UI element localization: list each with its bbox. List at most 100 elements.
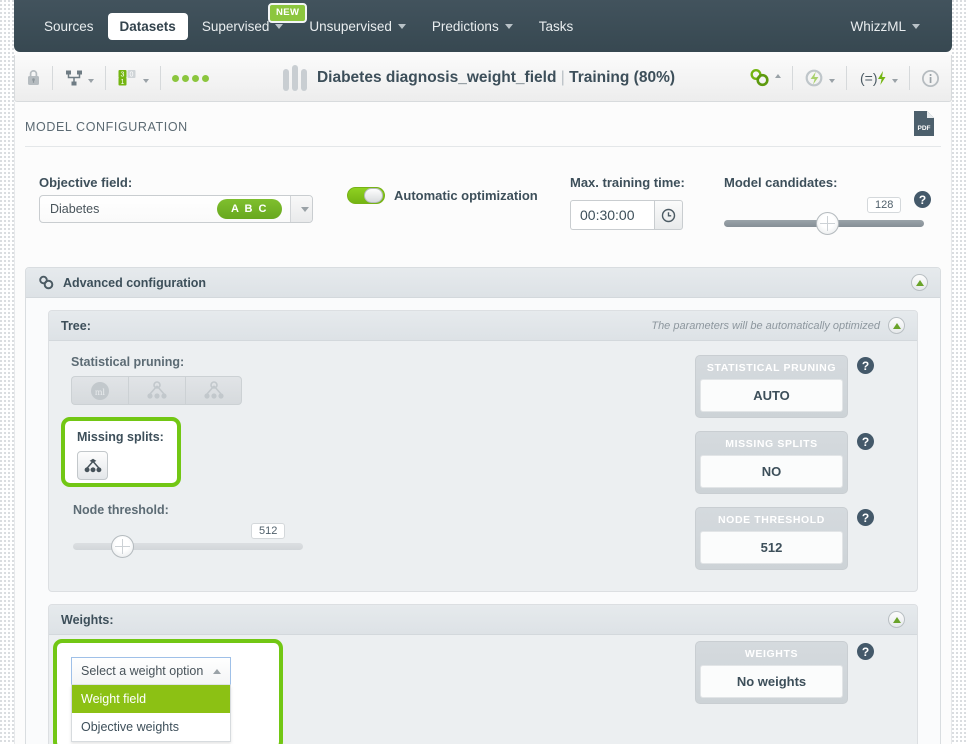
weight-option-list: Weight field Objective weights bbox=[71, 685, 231, 742]
summary-card-row: NODE THRESHOLD 512 ? bbox=[695, 507, 895, 570]
chevron-down-icon bbox=[143, 79, 149, 83]
missing-splits-card: MISSING SPLITS NO bbox=[695, 431, 848, 494]
model-candidates-slider[interactable] bbox=[724, 212, 924, 235]
tree-summary-cards: STATISTICAL PRUNING AUTO ? MISSING SPLIT… bbox=[695, 355, 895, 583]
nav-label: Predictions bbox=[431, 18, 499, 34]
tree-auto-note: The parameters will be automatically opt… bbox=[651, 319, 880, 332]
weight-option-dropdown: Select a weight option Weight field Obje… bbox=[71, 657, 231, 742]
top-navbar: Sources Datasets Supervised Unsupervised… bbox=[14, 0, 952, 52]
node-threshold-group: Node threshold: 512 bbox=[73, 503, 303, 558]
weights-panel: Weights: Select a weight option Weight f… bbox=[48, 604, 918, 744]
script-flash-icon[interactable]: (=) bbox=[847, 55, 909, 102]
summary-card-row: STATISTICAL PRUNING AUTO ? bbox=[695, 355, 895, 418]
tree-title: Tree: bbox=[61, 318, 91, 333]
node-threshold-slider-handle[interactable] bbox=[111, 535, 134, 558]
weight-option-objective-weights[interactable]: Objective weights bbox=[72, 713, 230, 741]
chevron-down-icon bbox=[397, 23, 406, 29]
status-dots-icon bbox=[161, 55, 220, 102]
lock-icon[interactable] bbox=[15, 55, 52, 102]
clock-icon[interactable] bbox=[654, 200, 683, 230]
weights-title: Weights: bbox=[61, 612, 114, 627]
objective-dropdown-button[interactable] bbox=[290, 196, 312, 222]
pruning-on-icon[interactable] bbox=[128, 376, 185, 405]
max-training-time-label: Max. training time: bbox=[570, 175, 685, 190]
objective-field-select[interactable]: Diabetes A B C bbox=[39, 195, 313, 223]
resource-title-wrap: Diabetes diagnosis_weight_field | Traini… bbox=[220, 65, 738, 91]
svg-text:PDF: PDF bbox=[918, 125, 931, 132]
status-dot bbox=[192, 74, 199, 82]
svg-text:(=): (=) bbox=[860, 70, 878, 86]
weight-option-placeholder: Select a weight option bbox=[81, 664, 204, 678]
chevron-down-icon bbox=[912, 23, 920, 29]
nav-item-whizzml[interactable]: WhizzML bbox=[838, 13, 932, 40]
weights-header[interactable]: Weights: bbox=[49, 605, 917, 635]
nav-item-tasks[interactable]: Tasks bbox=[527, 13, 586, 40]
collapse-toggle-weights[interactable] bbox=[888, 611, 905, 628]
node-threshold-slider[interactable] bbox=[73, 535, 303, 558]
weights-dropdown-highlight: Select a weight option Weight field Obje… bbox=[53, 639, 283, 744]
svg-text:1: 1 bbox=[121, 79, 125, 86]
app-root: Sources Datasets Supervised Unsupervised… bbox=[0, 0, 966, 744]
chevron-down-icon bbox=[829, 79, 835, 83]
nav-item-sources[interactable]: Sources bbox=[32, 13, 106, 40]
flash-disabled-icon[interactable] bbox=[793, 55, 846, 102]
help-icon[interactable]: ? bbox=[857, 433, 874, 450]
chevron-down-icon bbox=[300, 206, 309, 212]
pruning-off-icon[interactable] bbox=[185, 376, 242, 405]
node-threshold-card: NODE THRESHOLD 512 bbox=[695, 507, 848, 570]
objective-field-label: Objective field: bbox=[39, 175, 133, 190]
ml-auto-icon[interactable]: ml bbox=[71, 376, 128, 405]
model-bars-icon bbox=[282, 65, 307, 91]
card-title: MISSING SPLITS bbox=[725, 438, 818, 450]
info-icon[interactable] bbox=[910, 55, 951, 102]
help-icon[interactable]: ? bbox=[857, 509, 874, 526]
model-candidates-label: Model candidates: bbox=[724, 175, 838, 190]
help-icon[interactable]: ? bbox=[914, 191, 931, 208]
weights-card: WEIGHTS No weights bbox=[695, 641, 848, 704]
page-right-rail bbox=[952, 0, 966, 744]
missing-splits-tree-icon[interactable] bbox=[77, 451, 108, 480]
pdf-icon[interactable]: PDF bbox=[913, 110, 935, 137]
statistical-pruning-card: STATISTICAL PRUNING AUTO bbox=[695, 355, 848, 418]
nav-label: WhizzML bbox=[850, 18, 906, 34]
objective-field-value: Diabetes bbox=[50, 202, 100, 216]
weight-option-weight-field[interactable]: Weight field bbox=[72, 685, 230, 713]
nav-label: Datasets bbox=[119, 18, 176, 34]
max-training-time-input[interactable] bbox=[570, 200, 654, 230]
nav-label: Unsupervised bbox=[309, 18, 392, 34]
field-types-icon[interactable]: 3 0 1 bbox=[106, 55, 160, 102]
dataset-split-icon[interactable] bbox=[53, 55, 105, 102]
chevron-down-icon bbox=[275, 23, 284, 29]
help-icon[interactable]: ? bbox=[857, 357, 874, 374]
card-value: NO bbox=[700, 455, 843, 488]
collapse-toggle-advanced[interactable] bbox=[911, 274, 928, 291]
card-value: AUTO bbox=[700, 379, 843, 412]
page-title-suffix: Training (80%) bbox=[569, 69, 676, 86]
help-icon[interactable]: ? bbox=[857, 643, 874, 660]
automatic-optimization-toggle-wrap: Automatic optimization bbox=[347, 187, 538, 204]
advanced-configuration-header[interactable]: Advanced configuration bbox=[26, 268, 940, 298]
tree-header[interactable]: Tree: The parameters will be automatical… bbox=[49, 311, 917, 341]
automatic-optimization-toggle[interactable] bbox=[347, 187, 385, 204]
configure-gear-icon[interactable] bbox=[738, 55, 792, 102]
nav-item-predictions[interactable]: Predictions bbox=[420, 13, 525, 40]
status-dot bbox=[172, 74, 179, 82]
page-title: Diabetes diagnosis_weight_field | Traini… bbox=[317, 69, 675, 87]
weight-option-dropdown-button[interactable]: Select a weight option bbox=[71, 657, 231, 685]
nav-item-datasets[interactable]: Datasets bbox=[107, 12, 188, 40]
missing-splits-highlight: Missing splits: bbox=[61, 417, 181, 487]
model-config-row: Objective field: Diabetes A B C Automati… bbox=[15, 147, 951, 257]
max-training-time-group: Max. training time: bbox=[570, 175, 685, 230]
nav-label: Supervised bbox=[201, 18, 270, 34]
summary-card-row: WEIGHTS No weights ? bbox=[695, 641, 895, 704]
tree-panel: Tree: The parameters will be automatical… bbox=[48, 310, 918, 592]
svg-text:ml: ml bbox=[95, 388, 105, 398]
nav-item-unsupervised[interactable]: Unsupervised bbox=[297, 13, 418, 40]
summary-card-row: MISSING SPLITS NO ? bbox=[695, 431, 895, 494]
node-threshold-label: Node threshold: bbox=[73, 503, 169, 517]
new-badge: NEW bbox=[268, 3, 308, 23]
model-candidates-slider-handle[interactable] bbox=[816, 212, 839, 235]
advanced-configuration-title: Advanced configuration bbox=[63, 275, 207, 290]
nav-label: Tasks bbox=[538, 18, 574, 34]
collapse-toggle-tree[interactable] bbox=[888, 317, 905, 334]
